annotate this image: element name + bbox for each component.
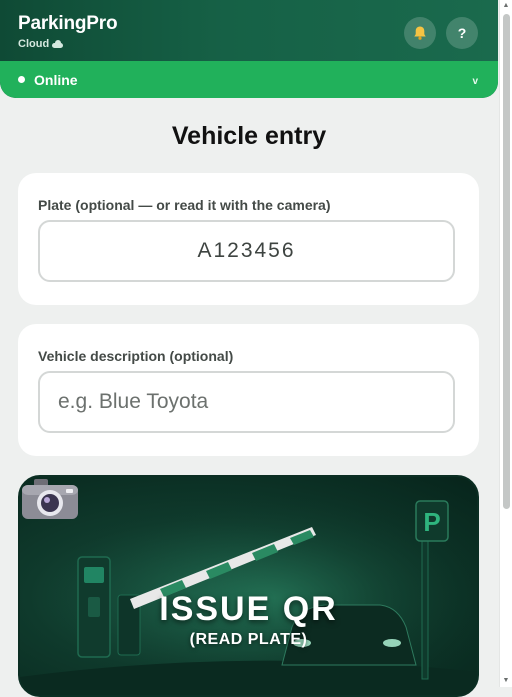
brand: ParkingPro Cloud <box>18 13 118 51</box>
bell-icon <box>414 26 426 40</box>
description-input[interactable] <box>38 371 455 433</box>
chevron-down-icon[interactable]: v <box>472 76 478 87</box>
cloud-icon <box>52 40 64 48</box>
connection-status-bar[interactable]: Online v <box>0 61 498 98</box>
brand-sub-label: Cloud <box>18 38 50 50</box>
app-header: ParkingPro Cloud ? Online v <box>0 0 498 98</box>
plate-label: Plate (optional — or read it with the ca… <box>38 197 331 213</box>
issue-qr-subtitle: (READ PLATE) <box>189 631 308 648</box>
help-button[interactable]: ? <box>446 17 478 49</box>
parking-scene-illustration: P <box>20 477 477 695</box>
scroll-up-arrow-icon[interactable]: ▲ <box>502 2 510 10</box>
scroll-down-arrow-icon[interactable]: ▼ <box>502 677 510 685</box>
brand-sub: Cloud <box>18 37 117 51</box>
scrollbar[interactable]: ▲ ▼ <box>499 0 512 687</box>
issue-qr-title: ISSUE QR <box>159 590 338 628</box>
description-label: Vehicle description (optional) <box>38 348 234 364</box>
plate-card: Plate (optional — or read it with the ca… <box>18 173 479 305</box>
status-dot-icon <box>18 76 25 83</box>
notifications-button[interactable] <box>404 17 436 49</box>
status-label: Online <box>34 72 78 88</box>
help-icon: ? <box>457 25 467 41</box>
page-title: Vehicle entry <box>171 122 327 150</box>
description-card: Vehicle description (optional) <box>18 324 479 456</box>
parking-sign-letter: P <box>423 507 440 537</box>
app: ParkingPro Cloud ? Online v Vehicle entr… <box>0 0 498 697</box>
brand-name: ParkingPro <box>18 13 118 34</box>
scrollbar-thumb[interactable] <box>503 14 510 509</box>
plate-input[interactable] <box>38 220 455 282</box>
issue-qr-button[interactable]: P ISSUE QR (READ PLATE) <box>18 475 479 697</box>
camera-icon <box>22 479 78 519</box>
